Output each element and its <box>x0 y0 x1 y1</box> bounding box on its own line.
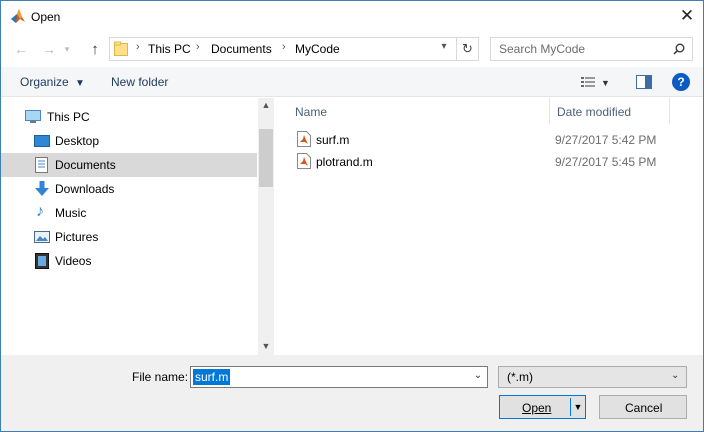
open-dialog: Open ✕ ← → ▾ ↑ › This PC › Documents › M… <box>0 0 704 432</box>
help-button[interactable]: ? <box>672 73 690 91</box>
chevron-down-icon: ▾ <box>441 41 447 52</box>
chevron-down-icon: ⌄ <box>473 370 483 381</box>
chevron-down-icon: ▼ <box>75 78 85 89</box>
documents-icon <box>35 157 48 176</box>
music-icon: ♪ <box>36 203 44 220</box>
sidebar-item-desktop[interactable]: Desktop <box>1 129 257 153</box>
help-icon: ? <box>677 75 685 89</box>
chevron-right-icon: › <box>196 41 200 53</box>
downloads-icon <box>35 181 49 200</box>
refresh-icon: ↻ <box>462 41 473 56</box>
matlab-file-icon <box>297 131 311 150</box>
scroll-down-button[interactable]: ▼ <box>258 341 274 355</box>
chevron-down-icon: ▾ <box>64 43 70 54</box>
chevron-down-icon: ▼ <box>573 402 583 412</box>
sidebar-item-label: This PC <box>47 110 90 124</box>
matlab-logo-icon <box>10 8 26 24</box>
preview-pane-icon <box>636 75 652 92</box>
column-header-name[interactable]: Name <box>295 105 327 119</box>
breadcrumb-mycode[interactable]: MyCode <box>295 42 340 56</box>
desktop-icon <box>34 135 50 151</box>
chevron-right-icon: › <box>136 41 140 53</box>
address-dropdown-button[interactable]: ▾ <box>436 41 452 57</box>
navigation-pane: This PC Desktop Documents Downloads ♪ Mu… <box>1 98 274 355</box>
cancel-button[interactable]: Cancel <box>599 395 687 419</box>
table-row[interactable]: plotrand.m 9/27/2017 5:45 PM <box>277 151 697 173</box>
column-header-date[interactable]: Date modified <box>557 105 631 119</box>
chevron-down-icon: ⌄ <box>671 370 680 381</box>
folder-icon <box>114 41 128 60</box>
organize-label: Organize <box>20 75 69 89</box>
close-button[interactable]: ✕ <box>672 4 702 28</box>
breadcrumb-documents[interactable]: Documents <box>211 42 272 56</box>
file-name: surf.m <box>316 133 350 147</box>
sidebar-item-label: Videos <box>55 254 92 268</box>
sidebar-item-this-pc[interactable]: This PC <box>1 105 257 129</box>
sidebar-item-music[interactable]: ♪ Music <box>1 201 257 225</box>
sidebar-item-label: Pictures <box>55 230 99 244</box>
matlab-file-icon <box>297 153 311 172</box>
file-date: 9/27/2017 5:42 PM <box>555 133 657 147</box>
search-input[interactable]: Search MyCode <box>499 42 585 56</box>
close-icon: ✕ <box>679 6 695 25</box>
up-button[interactable]: ↑ <box>85 39 105 59</box>
title-bar: Open ✕ <box>1 1 703 31</box>
sidebar-item-videos[interactable]: Videos <box>1 249 257 273</box>
open-dropdown-button[interactable]: ▼ <box>571 396 585 418</box>
details-view-icon <box>581 76 595 91</box>
organize-button[interactable]: Organize ▼ <box>20 75 85 89</box>
pictures-icon <box>34 231 50 246</box>
file-name-label: File name: <box>132 370 189 384</box>
computer-icon <box>25 110 41 127</box>
file-type-value: (*.m) <box>507 370 533 384</box>
open-button-label: Open <box>522 401 552 415</box>
arrow-left-icon: ← <box>14 41 28 57</box>
table-row[interactable]: surf.m 9/27/2017 5:42 PM <box>277 129 697 151</box>
scrollbar-thumb[interactable] <box>259 129 273 187</box>
forward-button[interactable]: → <box>39 39 59 59</box>
file-date: 9/27/2017 5:45 PM <box>555 155 657 169</box>
chevron-right-icon: › <box>282 41 286 53</box>
videos-icon <box>35 253 49 272</box>
window-title: Open <box>31 10 61 24</box>
breadcrumb-this-pc[interactable]: This PC <box>148 42 191 56</box>
search-box[interactable]: Search MyCode <box>490 37 693 61</box>
file-name-value[interactable]: surf.m <box>193 369 231 385</box>
column-divider[interactable] <box>549 98 550 124</box>
column-divider[interactable] <box>669 98 670 124</box>
search-icon <box>673 43 685 58</box>
preview-pane-button[interactable] <box>636 75 652 89</box>
open-button[interactable]: Open ▼ <box>499 395 586 419</box>
file-type-select[interactable]: (*.m) ⌄ <box>498 366 687 388</box>
address-bar[interactable]: › This PC › Documents › MyCode ▾ ↻ <box>109 37 479 61</box>
refresh-button[interactable]: ↻ <box>456 38 478 60</box>
chevron-down-icon: ▼ <box>601 78 610 88</box>
file-name-dropdown-button[interactable]: ⌄ <box>471 370 485 381</box>
sidebar-item-label: Documents <box>55 158 116 172</box>
sidebar-item-label: Desktop <box>55 134 100 148</box>
sidebar-item-label: Music <box>55 206 87 220</box>
view-options-button[interactable]: ▼ <box>581 74 617 92</box>
recent-locations-button[interactable]: ▾ <box>61 39 73 59</box>
back-button[interactable]: ← <box>11 39 31 59</box>
sidebar-item-downloads[interactable]: Downloads <box>1 177 257 201</box>
new-folder-button[interactable]: New folder <box>111 75 168 89</box>
sidebar-item-label: Downloads <box>55 182 115 196</box>
file-name: plotrand.m <box>316 155 373 169</box>
cancel-button-label: Cancel <box>625 401 663 415</box>
sidebar-item-pictures[interactable]: Pictures <box>1 225 257 249</box>
scroll-up-button[interactable]: ▲ <box>258 100 274 114</box>
sidebar-item-documents[interactable]: Documents <box>1 153 257 177</box>
file-name-input[interactable]: surf.m ⌄ <box>190 366 488 388</box>
chevron-up-icon: ▲ <box>261 100 271 110</box>
arrow-up-icon: ↑ <box>91 40 99 58</box>
chevron-down-icon: ▼ <box>261 341 271 351</box>
arrow-right-icon: → <box>42 41 56 57</box>
